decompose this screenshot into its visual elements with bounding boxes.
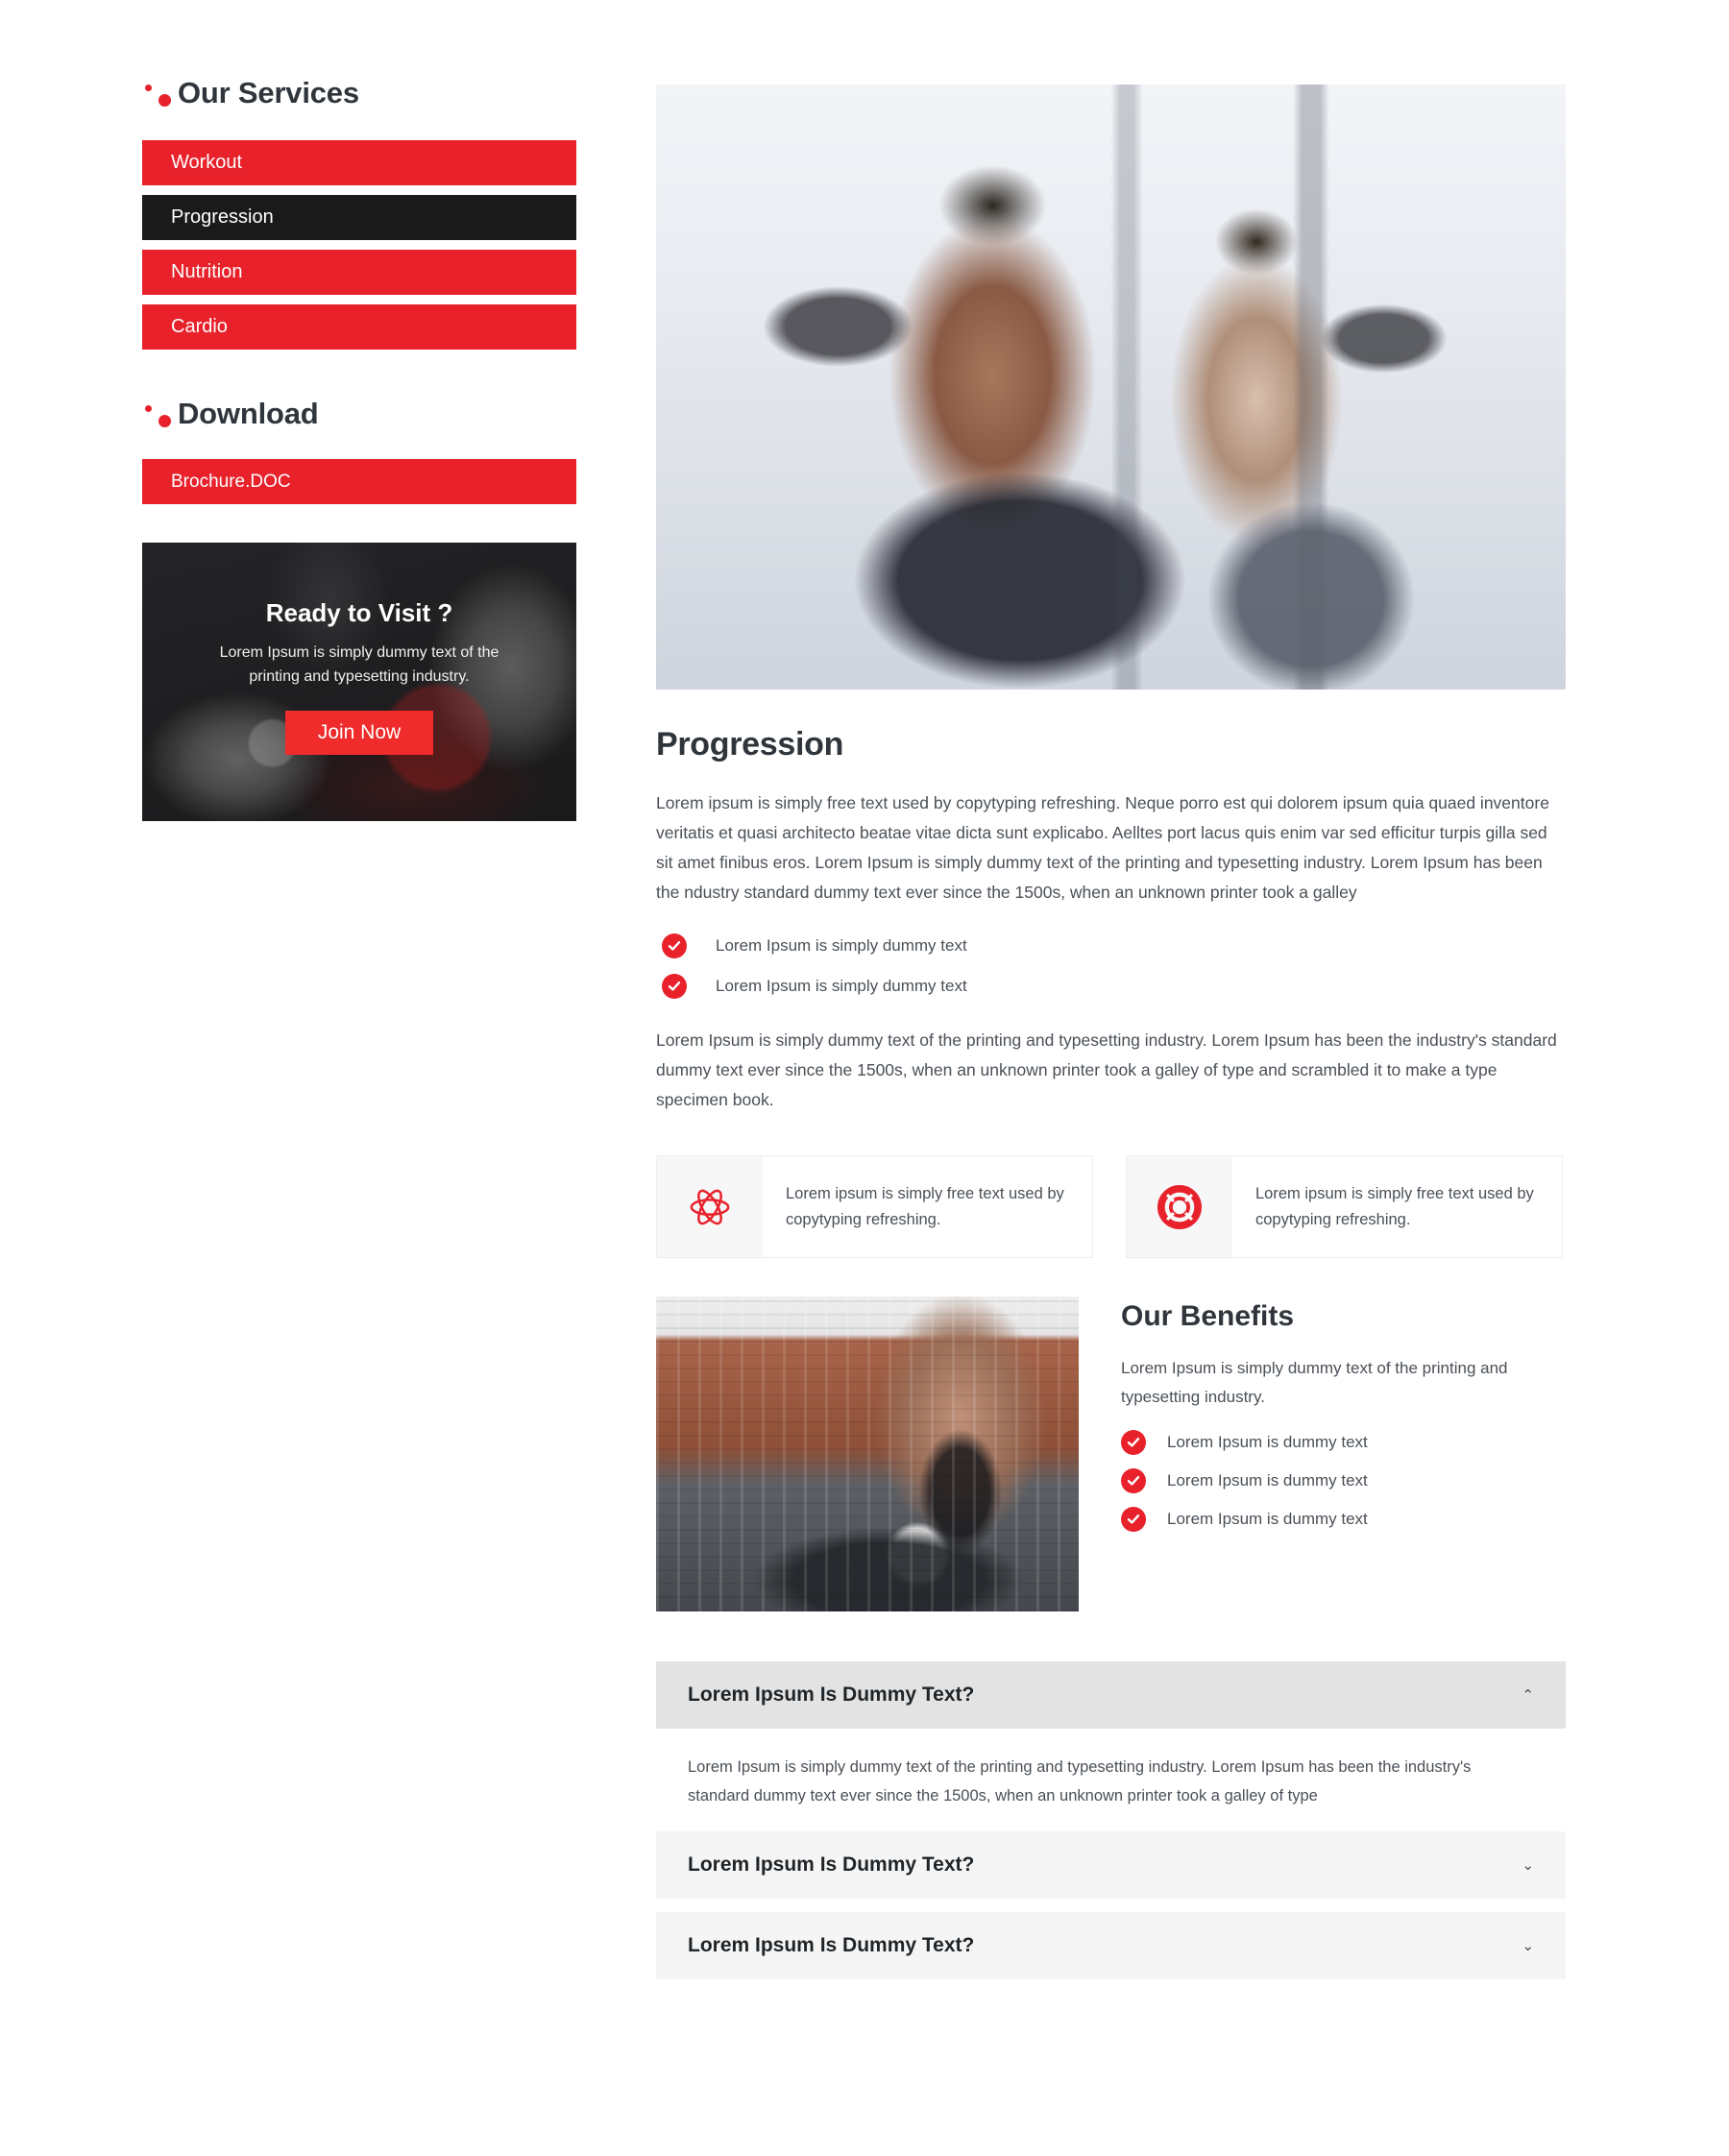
promo-text: Lorem Ipsum is simply dummy text of the …: [219, 644, 499, 685]
list-item: Progression: [142, 195, 594, 241]
check-circle-icon: [1121, 1467, 1146, 1493]
check-circle-icon: [1121, 1429, 1146, 1455]
faq-question: Lorem Ipsum Is Dummy Text?: [688, 1853, 975, 1877]
faq-header-1[interactable]: Lorem Ipsum Is Dummy Text? ⌃: [656, 1661, 1566, 1730]
faq-question: Lorem Ipsum Is Dummy Text?: [688, 1934, 975, 1957]
chevron-up-icon[interactable]: ⌃: [1522, 1688, 1534, 1703]
faq-accordion: Lorem Ipsum Is Dummy Text? ⌃ Lorem Ipsum…: [656, 1661, 1566, 1980]
atom-icon: [657, 1155, 763, 1258]
benefits-checklist: Lorem Ipsum is dummy text Lorem Ipsum is…: [1121, 1429, 1566, 1532]
check-circle-icon: [1121, 1506, 1146, 1532]
feature-boxes: Lorem ipsum is simply free text used by …: [656, 1154, 1566, 1259]
chevron-down-icon[interactable]: ⌄: [1522, 1858, 1534, 1873]
list-item: Lorem Ipsum is simply dummy text: [662, 973, 1566, 999]
faq-item: Lorem Ipsum Is Dummy Text? ⌄: [656, 1831, 1566, 1900]
list-item: Nutrition: [142, 250, 594, 296]
services-widget-title: Our Services: [142, 76, 594, 109]
list-item: Brochure.DOC: [142, 459, 594, 505]
benefit-label: Lorem Ipsum is dummy text: [1167, 1509, 1368, 1528]
download-widget-title: Download: [142, 397, 594, 431]
chevron-down-icon[interactable]: ⌄: [1522, 1939, 1534, 1953]
faq-answer: Lorem Ipsum is simply dummy text of the …: [688, 1758, 1472, 1805]
services-title-label: Our Services: [178, 76, 359, 109]
page-title: Progression: [656, 726, 844, 763]
check-circle-icon: [662, 973, 687, 999]
feature-box-atom: Lorem ipsum is simply free text used by …: [656, 1154, 1093, 1259]
feature-checklist: Lorem Ipsum is simply dummy text Lorem I…: [662, 933, 1566, 999]
list-item: Lorem Ipsum is simply dummy text: [662, 933, 1566, 958]
checklist-label: Lorem Ipsum is simply dummy text: [716, 976, 967, 995]
faq-header-2[interactable]: Lorem Ipsum Is Dummy Text? ⌄: [656, 1831, 1566, 1900]
sidebar-item-workout[interactable]: Workout: [142, 140, 576, 186]
faq-item: Lorem Ipsum Is Dummy Text? ⌃ Lorem Ipsum…: [656, 1661, 1566, 1818]
join-now-button[interactable]: Join Now: [284, 710, 434, 755]
list-item: Lorem Ipsum is dummy text: [1121, 1506, 1566, 1532]
check-circle-icon: [662, 933, 687, 958]
benefit-label: Lorem Ipsum is dummy text: [1167, 1470, 1368, 1490]
list-item: Lorem Ipsum is dummy text: [1121, 1429, 1566, 1455]
benefits-section: Our Benefits Lorem Ipsum is simply dummy…: [656, 1296, 1566, 1612]
sidebar: Our Services Workout Progression Nutriti…: [142, 76, 594, 822]
list-item: Workout: [142, 140, 594, 186]
feature-box-lifebuoy: Lorem ipsum is simply free text used by …: [1126, 1154, 1563, 1259]
main-content: Progression Lorem ipsum is simply free t…: [656, 85, 1566, 1993]
download-brochure-button[interactable]: Brochure.DOC: [142, 459, 576, 505]
services-list: Workout Progression Nutrition Cardio: [142, 140, 594, 351]
benefits-image: [656, 1296, 1079, 1612]
list-item: Lorem Ipsum is dummy text: [1121, 1467, 1566, 1493]
intro-paragraph: Lorem ipsum is simply free text used by …: [656, 793, 1549, 903]
lifebuoy-icon: [1127, 1155, 1232, 1258]
download-title-label: Download: [178, 397, 319, 431]
dots-decoration-icon: [145, 400, 178, 428]
sidebar-item-progression[interactable]: Progression: [142, 195, 576, 241]
page-root: Our Services Workout Progression Nutriti…: [0, 0, 1729, 2156]
download-list: Brochure.DOC: [142, 459, 594, 505]
feature-text: Lorem ipsum is simply free text used by …: [1255, 1184, 1534, 1228]
promo-card: Ready to Visit ? Lorem Ipsum is simply d…: [142, 543, 576, 822]
list-item: Cardio: [142, 304, 594, 351]
benefits-text: Lorem Ipsum is simply dummy text of the …: [1121, 1359, 1508, 1406]
hero-image: [656, 85, 1566, 690]
promo-heading: Ready to Visit ?: [265, 598, 453, 628]
faq-item: Lorem Ipsum Is Dummy Text? ⌄: [656, 1912, 1566, 1980]
checklist-label: Lorem Ipsum is simply dummy text: [716, 935, 967, 955]
secondary-paragraph: Lorem Ipsum is simply dummy text of the …: [656, 1030, 1557, 1109]
faq-question: Lorem Ipsum Is Dummy Text?: [688, 1684, 975, 1707]
sidebar-item-cardio[interactable]: Cardio: [142, 304, 576, 351]
benefits-heading: Our Benefits: [1121, 1300, 1295, 1333]
sidebar-item-nutrition[interactable]: Nutrition: [142, 250, 576, 296]
feature-text: Lorem ipsum is simply free text used by …: [786, 1184, 1064, 1228]
benefit-label: Lorem Ipsum is dummy text: [1167, 1432, 1368, 1451]
faq-header-3[interactable]: Lorem Ipsum Is Dummy Text? ⌄: [656, 1912, 1566, 1980]
dots-decoration-icon: [145, 79, 178, 108]
